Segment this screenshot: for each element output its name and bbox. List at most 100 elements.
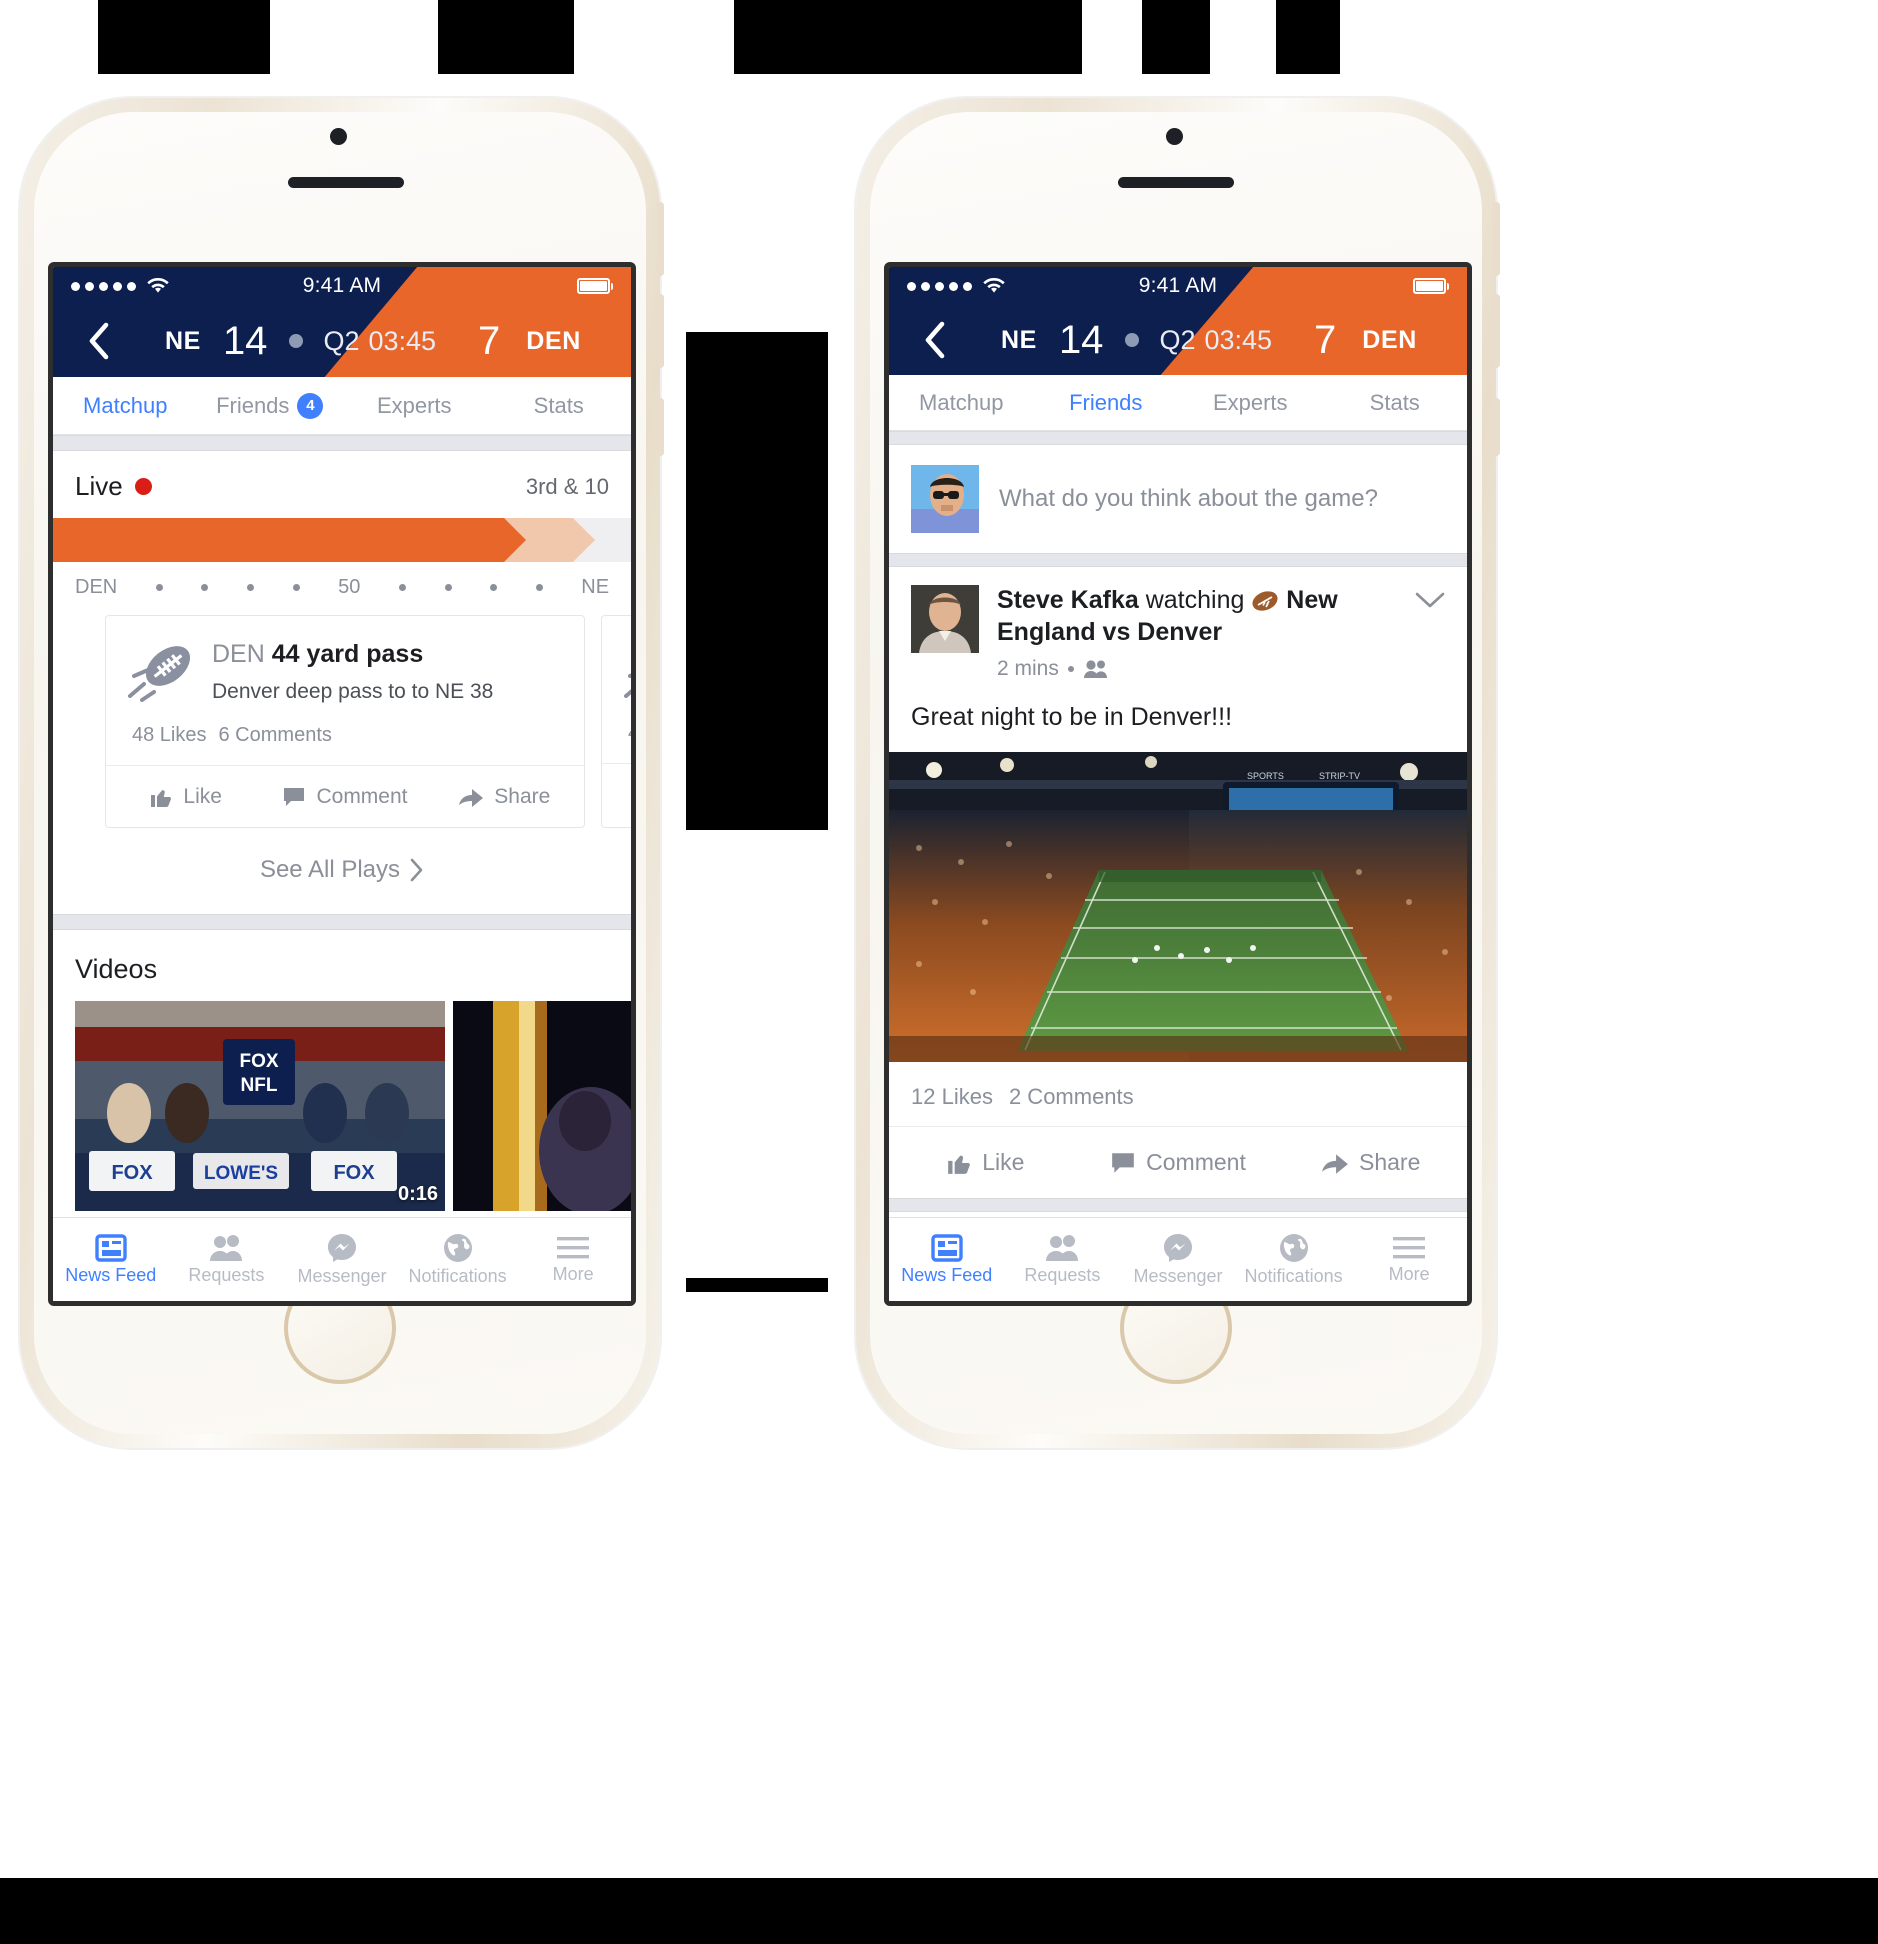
back-chevron-icon[interactable] (911, 317, 957, 363)
volume-up-button-left[interactable] (657, 202, 664, 276)
live-status-row: Live 3rd & 10 (53, 451, 631, 518)
post-meta: 2 mins (997, 657, 1415, 681)
friends-feed-content: What do you think about the game? Steve … (889, 445, 1467, 1217)
plays-carousel[interactable]: DEN 44 yard pass Denver deep pass to to … (53, 609, 631, 828)
play-engagement-counts: 48 (602, 702, 631, 763)
post-action-text: watching (1145, 586, 1245, 614)
hamburger-more-icon (1393, 1235, 1426, 1261)
tab-stats[interactable]: Stats (1323, 375, 1468, 430)
drive-fill-segment (53, 518, 504, 562)
volume-down-button-right[interactable] (1493, 294, 1500, 368)
nav-requests[interactable]: Requests (1005, 1218, 1121, 1301)
drive-tail-arrow-icon (573, 518, 596, 562)
letterbox-notch-f (1340, 0, 1878, 74)
post-share-label: Share (1358, 1149, 1421, 1175)
play-likes-count[interactable]: 48 (628, 722, 631, 745)
svg-text:SPORTS: SPORTS (1247, 771, 1284, 781)
post-like-button[interactable]: Like (889, 1127, 1082, 1198)
play-card[interactable]: 48 (601, 615, 631, 828)
phone-device-right: 9:41 AM NE 14 Q2 03:45 7 DEN Matchup Fri… (856, 98, 1500, 1448)
power-button-left[interactable] (657, 398, 664, 456)
game-period: Q2 (1159, 324, 1196, 355)
status-composer[interactable]: What do you think about the game? (889, 445, 1467, 553)
videos-carousel[interactable]: FOX LOWE'S FOX FOX NFL 0:16 (53, 1001, 631, 1211)
post-text: Great night to be in Denver!!! (911, 703, 1233, 731)
section-tabs-right: Matchup Friends Experts Stats (889, 375, 1467, 431)
section-tabs-left: Matchup Friends 4 Experts Stats (53, 377, 631, 435)
nav-notifications[interactable]: Notifications (400, 1218, 516, 1301)
video-thumbnail[interactable] (453, 1001, 631, 1211)
friend-requests-icon (209, 1234, 243, 1262)
tab-experts[interactable]: Experts (1178, 375, 1323, 430)
composer-avatar[interactable] (911, 465, 979, 533)
away-team-score: 14 (1058, 317, 1104, 362)
phone-device-left: 9:41 AM NE 14 Q2 03:45 7 DEN Matchup Fri… (20, 98, 664, 1448)
play-card[interactable]: DEN 44 yard pass Denver deep pass to to … (105, 615, 585, 828)
nav-messenger[interactable]: Messenger (1120, 1218, 1236, 1301)
yard-tick-icon (535, 584, 543, 591)
yard-tick-icon (155, 584, 163, 591)
post-author-name[interactable]: Steve Kafka (997, 586, 1139, 614)
game-clock: 03:45 (1204, 324, 1273, 355)
post-comment-label: Comment (1146, 1149, 1246, 1175)
nav-more[interactable]: More (1351, 1218, 1467, 1301)
away-team-abbr: NE (1001, 325, 1037, 354)
tab-stats[interactable]: Stats (487, 377, 632, 434)
post-engagement-counts: 12 Likes 2 Comments (889, 1062, 1467, 1126)
volume-up-button-right[interactable] (1493, 202, 1500, 276)
play-like-button[interactable]: Like (106, 766, 265, 827)
nav-news-feed[interactable]: News Feed (53, 1218, 169, 1301)
power-button-right[interactable] (1493, 398, 1500, 456)
section-divider (889, 431, 1467, 445)
svg-text:LOWE'S: LOWE'S (204, 1163, 278, 1184)
post-likes-count[interactable]: 12 Likes (911, 1084, 993, 1110)
tab-matchup[interactable]: Matchup (53, 377, 198, 434)
feed-post: Steve Kafka watching New England vs Denv… (889, 567, 1467, 1198)
video-thumbnail[interactable]: FOX LOWE'S FOX FOX NFL 0:16 (75, 1001, 445, 1211)
post-menu-chevron-down-icon[interactable] (1415, 585, 1445, 609)
home-team-abbr: DEN (526, 326, 581, 355)
comment-bubble-icon (1110, 1150, 1136, 1176)
share-arrow-icon (1321, 1150, 1349, 1176)
yard-tick-icon (246, 584, 254, 591)
nav-label: Notifications (1244, 1265, 1343, 1286)
nav-notifications[interactable]: Notifications (1236, 1218, 1352, 1301)
tab-friends[interactable]: Friends (1034, 375, 1179, 430)
nav-label: Notifications (408, 1265, 507, 1286)
score-header-left: 9:41 AM NE 14 Q2 03:45 7 DEN (53, 267, 631, 377)
tab-label: Stats (533, 392, 584, 418)
post-comment-button[interactable]: Comment (1082, 1127, 1275, 1198)
status-bar-right: 9:41 AM (889, 267, 1467, 305)
svg-text:STRIP-TV: STRIP-TV (1319, 771, 1360, 781)
nav-messenger[interactable]: Messenger (284, 1218, 400, 1301)
play-comments-count[interactable]: 6 Comments (219, 724, 332, 747)
see-all-plays-label: See All Plays (259, 856, 401, 883)
svg-text:FOX: FOX (333, 1162, 375, 1184)
play-share-button[interactable]: Share (425, 766, 584, 827)
scoreboard-left: NE 14 Q2 03:45 7 DEN (53, 305, 631, 377)
volume-down-button-left[interactable] (657, 294, 664, 368)
field-midfield-label: 50 (338, 576, 361, 598)
nav-more[interactable]: More (515, 1218, 631, 1301)
friends-screen: 9:41 AM NE 14 Q2 03:45 7 DEN Matchup Fri… (889, 267, 1467, 1301)
post-author-avatar[interactable] (911, 585, 979, 653)
hamburger-more-icon (557, 1235, 590, 1261)
post-photo[interactable]: SPORTS STRIP-TV (889, 752, 1467, 1062)
post-share-button[interactable]: Share (1274, 1127, 1467, 1198)
friends-audience-icon[interactable] (1083, 659, 1109, 679)
matchup-content: Live 3rd & 10 DEN 50 NE DEN 44 yard pass… (53, 451, 631, 1217)
post-comments-count[interactable]: 2 Comments (1009, 1084, 1134, 1110)
play-description: Denver deep pass to to NE 38 (212, 680, 494, 703)
tab-experts[interactable]: Experts (342, 377, 487, 434)
back-chevron-icon[interactable] (75, 318, 121, 364)
globe-notifications-icon (1279, 1233, 1309, 1263)
earpiece-speaker-left (288, 177, 404, 188)
tab-matchup[interactable]: Matchup (889, 375, 1034, 430)
nav-news-feed[interactable]: News Feed (889, 1218, 1005, 1301)
tab-friends[interactable]: Friends 4 (198, 377, 343, 434)
composer-placeholder[interactable]: What do you think about the game? (999, 485, 1378, 513)
nav-requests[interactable]: Requests (169, 1218, 285, 1301)
see-all-plays-button[interactable]: See All Plays (53, 828, 631, 914)
play-likes-count[interactable]: 48 Likes (132, 724, 207, 747)
play-comment-button[interactable]: Comment (265, 766, 424, 827)
